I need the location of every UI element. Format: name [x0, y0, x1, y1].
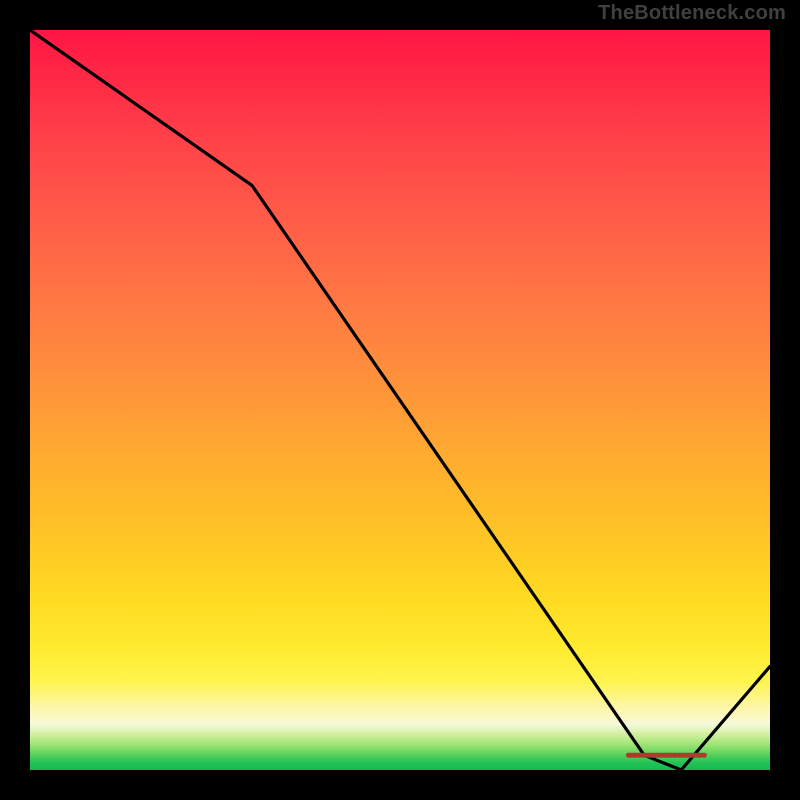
plot-area: [30, 30, 770, 770]
chart-frame: TheBottleneck.com: [0, 0, 800, 800]
line-series: [30, 30, 770, 770]
watermark-text: TheBottleneck.com: [598, 2, 786, 25]
